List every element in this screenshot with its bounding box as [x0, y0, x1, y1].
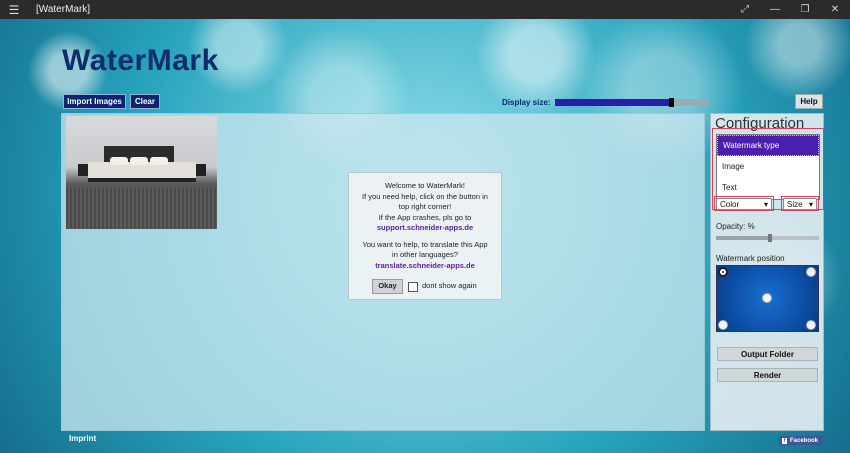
welcome-text: If you need help, click on the button in: [362, 191, 488, 201]
welcome-dialog: Welcome to WaterMark! If you need help, …: [348, 172, 502, 300]
help-button[interactable]: Help: [795, 94, 823, 109]
facebook-icon: f: [782, 437, 787, 444]
opacity-thumb[interactable]: [767, 234, 772, 242]
render-button[interactable]: Render: [717, 368, 818, 382]
translate-link[interactable]: translate.schneider-apps.de: [349, 261, 501, 272]
app-title: WaterMark: [62, 44, 219, 77]
window-title: [WaterMark]: [36, 4, 91, 15]
position-bottom-left[interactable]: [718, 320, 728, 330]
watermark-position-label: Watermark position: [716, 254, 785, 263]
watermark-type-dropdown[interactable]: Watermark type Image Text: [716, 134, 820, 200]
thumbnail-mattress: [88, 162, 196, 182]
position-top-left[interactable]: [718, 267, 728, 277]
watermark-position-grid: [716, 265, 819, 332]
thumbnail-pillow: [110, 157, 128, 165]
close-icon[interactable]: ✕: [820, 4, 850, 15]
welcome-text: top right corner!: [398, 202, 452, 211]
restore-icon[interactable]: ❐: [790, 4, 820, 15]
title-bar: ☰ [WaterMark] ⤢ — ❐ ✕: [0, 0, 850, 19]
hamburger-icon[interactable]: ☰: [0, 3, 28, 17]
dropdown-option-image[interactable]: Image: [717, 156, 819, 177]
welcome-text: Welcome to WaterMark!: [384, 181, 466, 190]
welcome-text: You want to help, to translate this App: [362, 239, 488, 249]
welcome-text: If the App crashes, pls go to: [378, 212, 472, 222]
facebook-label: Facebook: [790, 437, 819, 444]
minimize-icon[interactable]: —: [760, 4, 790, 15]
chevron-down-icon: ▾: [808, 199, 813, 209]
image-thumbnail[interactable]: [66, 116, 217, 229]
thumbnail-pillow: [150, 157, 168, 165]
clear-button[interactable]: Clear: [130, 94, 160, 109]
facebook-button[interactable]: f Facebook: [779, 436, 823, 445]
chevron-down-icon: ▾: [763, 199, 768, 209]
import-images-button[interactable]: Import Images: [63, 94, 126, 109]
thumbnail-rug: [66, 188, 217, 229]
welcome-text: in other languages?: [392, 250, 458, 259]
color-select-value: Color: [720, 199, 740, 209]
opacity-fill: [716, 236, 768, 240]
dropdown-option-text[interactable]: Text: [717, 177, 819, 198]
dropdown-option-watermark-type[interactable]: Watermark type: [717, 135, 819, 156]
opacity-label: Opacity: %: [716, 222, 755, 231]
dont-show-checkbox[interactable]: [408, 281, 418, 292]
welcome-actions: Okay dont show again: [372, 279, 477, 294]
position-center[interactable]: [762, 293, 772, 303]
display-size-thumb[interactable]: [668, 98, 674, 107]
color-select[interactable]: Color ▾: [716, 198, 772, 210]
thumbnail-pillow: [130, 157, 148, 165]
display-size-fill: [555, 99, 671, 106]
position-top-right[interactable]: [806, 267, 816, 277]
size-select-value: Size: [787, 199, 803, 209]
display-size-label: Display size:: [502, 98, 551, 107]
display-size-slider[interactable]: [555, 98, 710, 107]
support-link[interactable]: support.schneider-apps.de: [349, 223, 501, 234]
dont-show-label: dont show again: [422, 281, 477, 291]
expand-icon[interactable]: ⤢: [730, 4, 760, 15]
imprint-link[interactable]: Imprint: [69, 434, 96, 443]
display-size-control: Display size:: [502, 98, 710, 107]
output-folder-button[interactable]: Output Folder: [717, 347, 818, 361]
position-bottom-right[interactable]: [806, 320, 816, 330]
size-select[interactable]: Size ▾: [783, 198, 817, 210]
okay-button[interactable]: Okay: [372, 279, 403, 294]
